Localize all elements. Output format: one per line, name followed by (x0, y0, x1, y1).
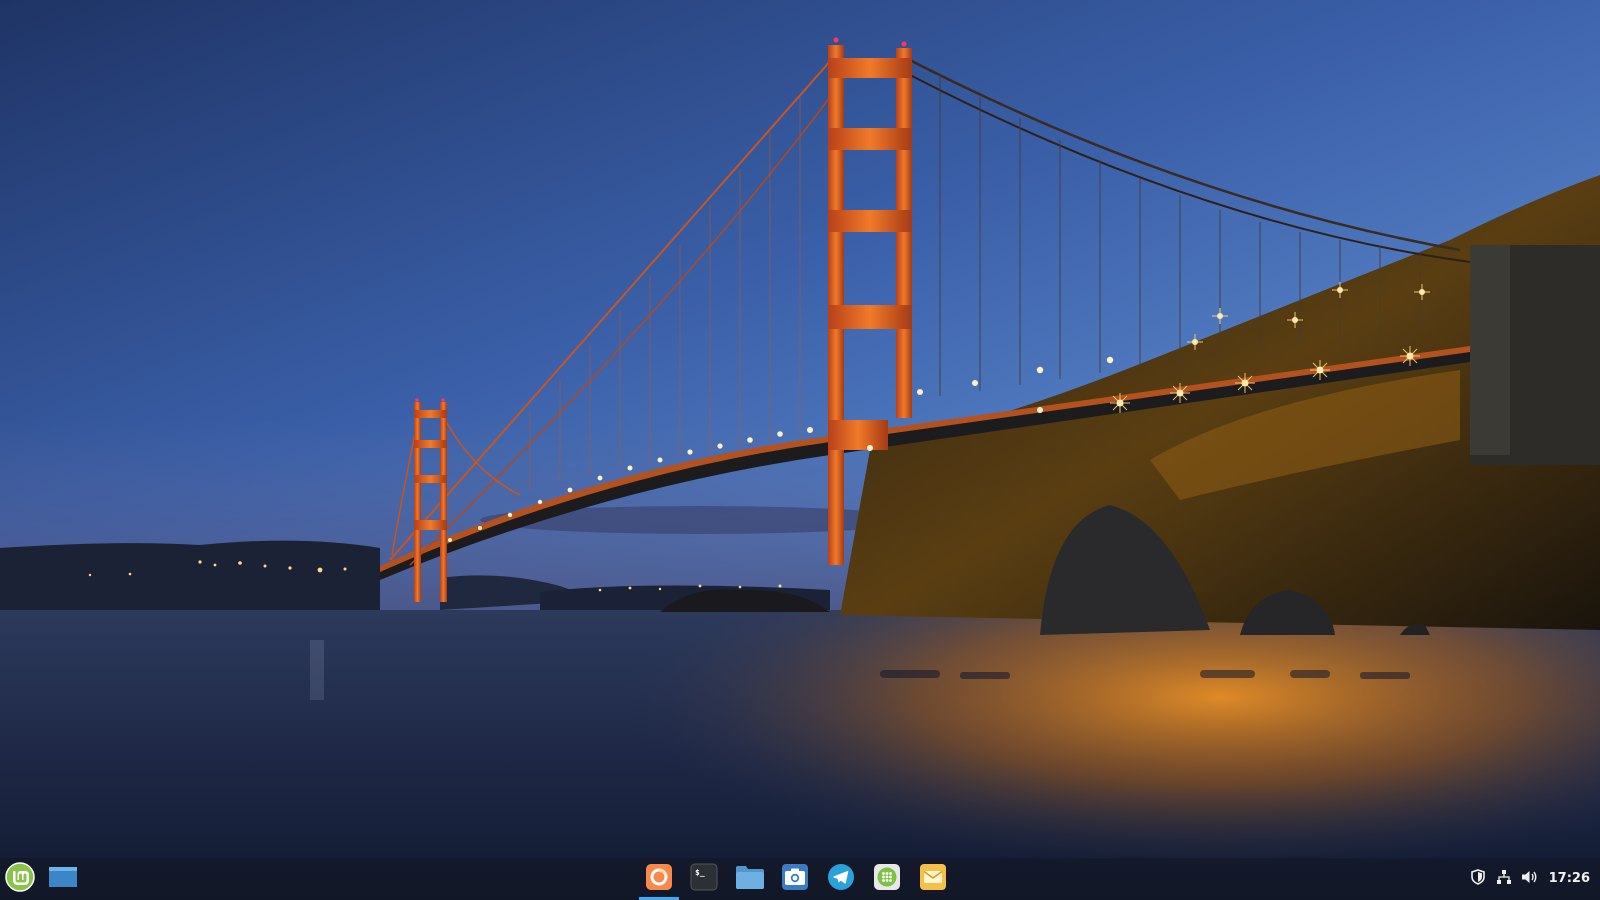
desktop: $_ 17:26 (0, 0, 1600, 900)
menu-button[interactable] (3, 862, 37, 896)
telegram-icon (827, 863, 855, 895)
folder-icon (735, 864, 765, 894)
shield-icon (1470, 869, 1486, 889)
screenshot-launcher[interactable] (778, 863, 812, 895)
telegram-launcher[interactable] (824, 863, 858, 895)
calculator-launcher[interactable] (870, 863, 904, 895)
terminal-icon: $_ (690, 863, 718, 895)
taskbar-panel: $_ 17:26 (0, 858, 1600, 900)
volume-tray-button[interactable] (1517, 864, 1543, 894)
system-tray: 17:26 (1465, 858, 1600, 900)
firefox-launcher[interactable] (642, 863, 676, 895)
update-manager-tray-button[interactable] (1465, 864, 1491, 894)
files-launcher[interactable] (733, 863, 767, 895)
show-desktop-button[interactable] (46, 863, 80, 895)
svg-text:$_: $_ (695, 868, 705, 877)
show-desktop-icon (48, 865, 78, 893)
clock[interactable]: 17:26 (1543, 864, 1600, 894)
camera-icon (781, 863, 809, 895)
network-icon (1496, 869, 1512, 889)
firefox-icon (645, 863, 673, 895)
network-tray-button[interactable] (1491, 864, 1517, 894)
volume-icon (1521, 869, 1538, 889)
mail-icon (919, 863, 947, 895)
wallpaper (0, 0, 1600, 900)
mail-launcher[interactable] (916, 863, 950, 895)
terminal-launcher[interactable]: $_ (687, 863, 721, 895)
calculator-icon (873, 863, 901, 895)
linux-mint-logo-icon (5, 862, 35, 896)
